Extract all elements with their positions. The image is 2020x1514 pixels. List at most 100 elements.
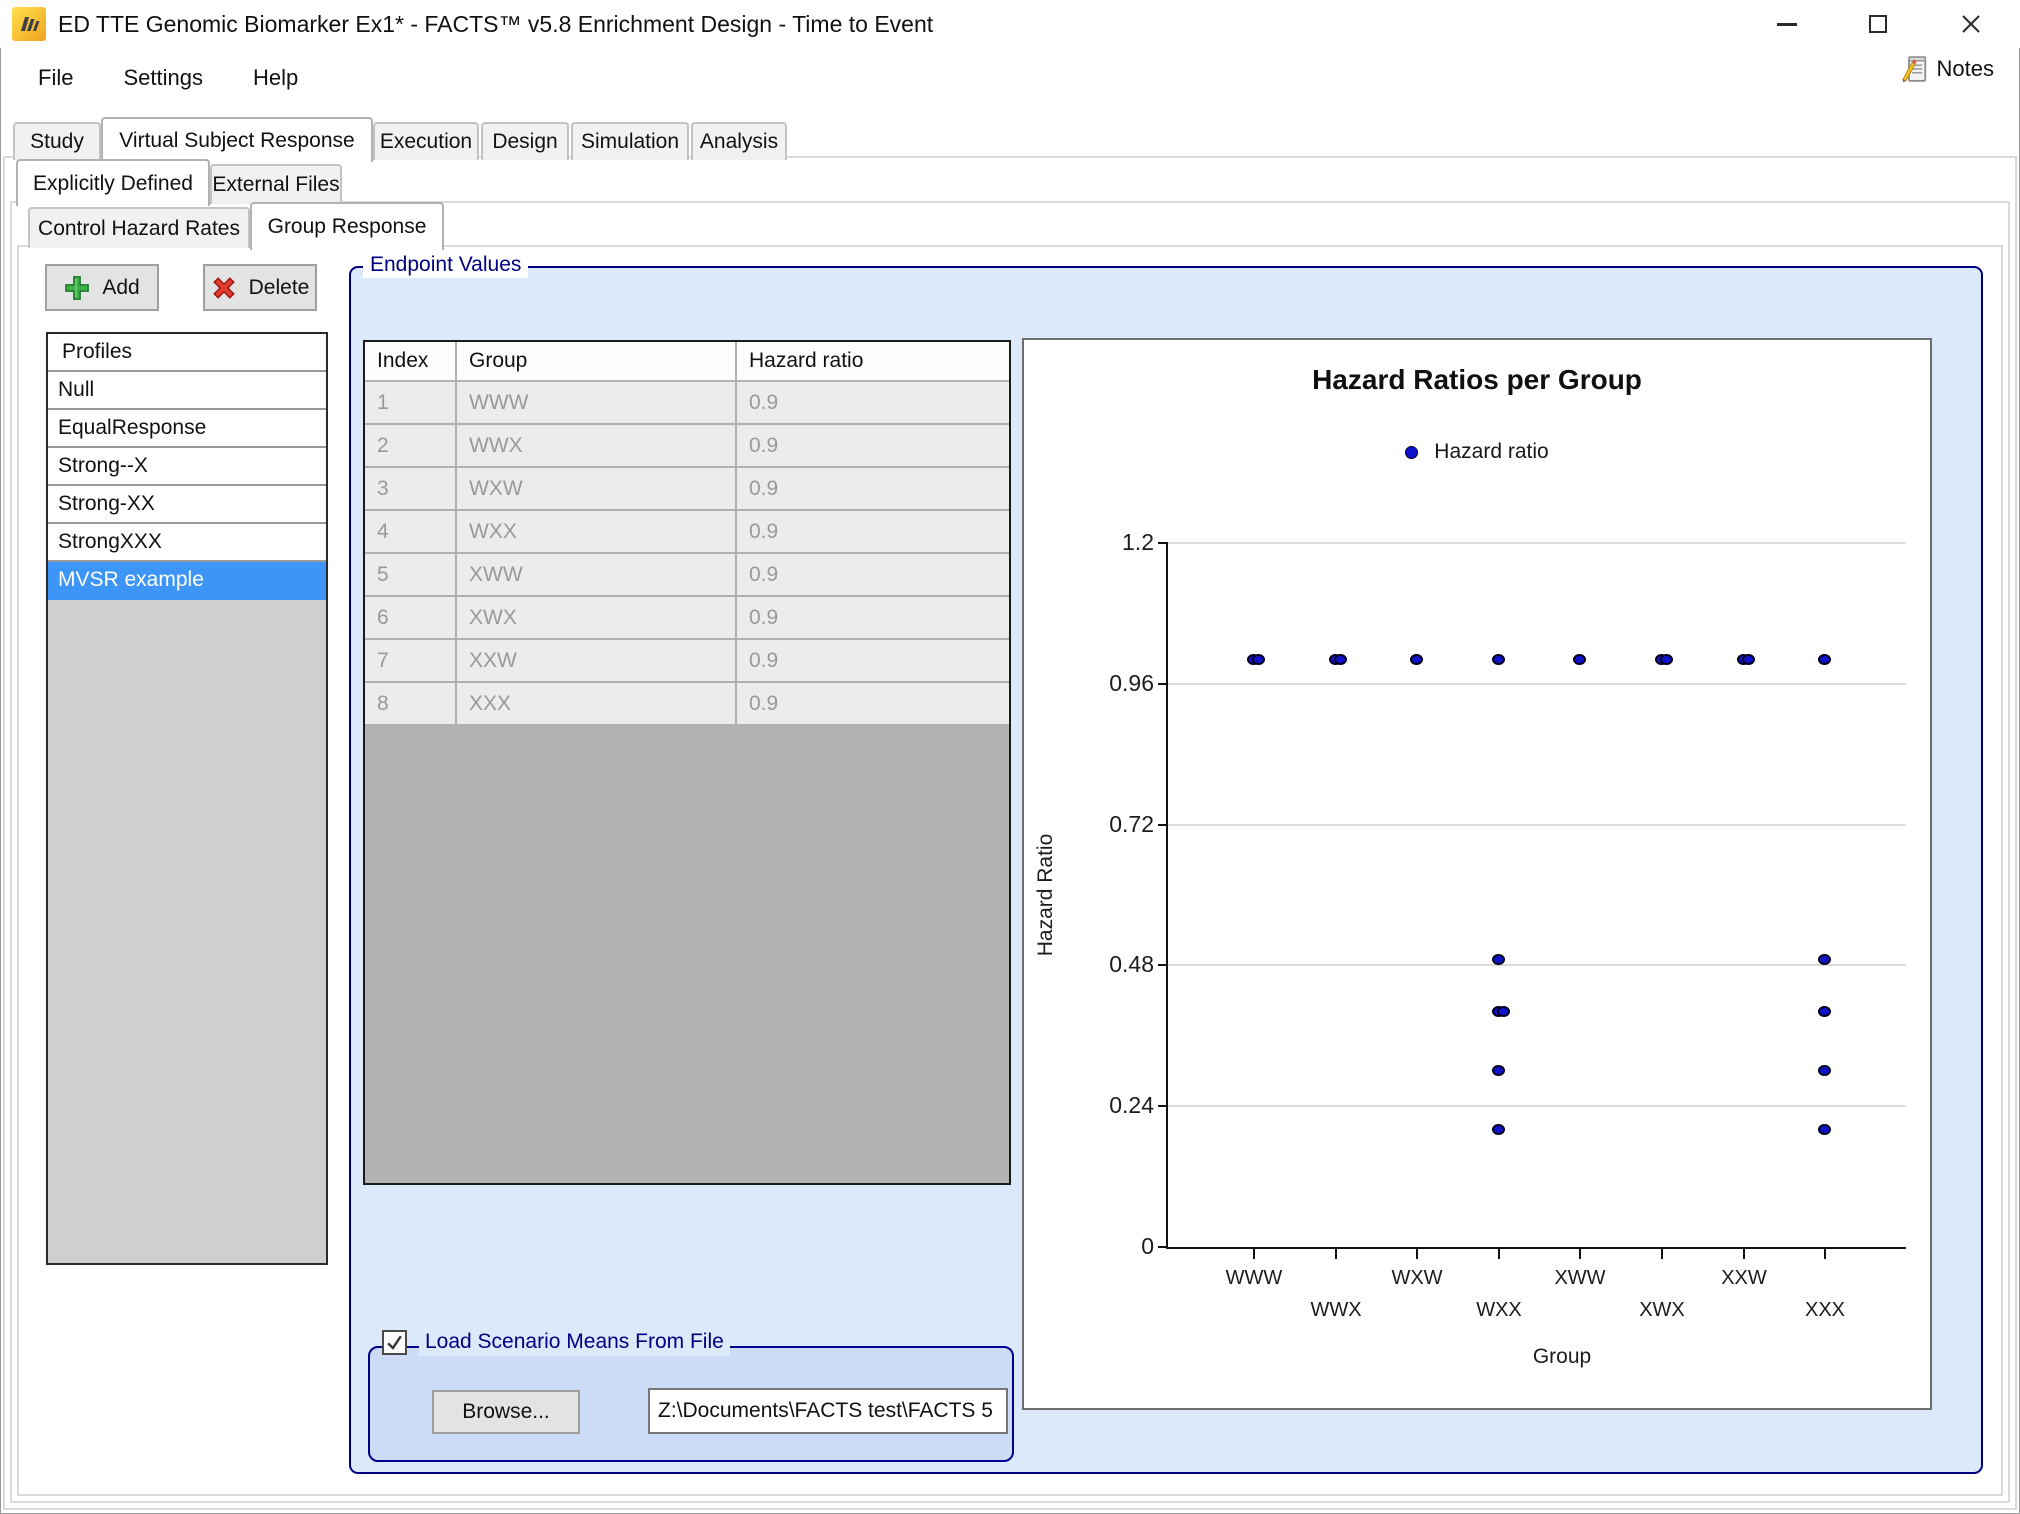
menu-items: File Settings Help xyxy=(0,59,344,97)
facts-app-icon xyxy=(12,7,46,41)
x-tick-label-www: WWW xyxy=(1199,1267,1309,1290)
load-scenario-header: Load Scenario Means From File xyxy=(382,1328,730,1356)
table-cell[interactable]: 4 xyxy=(365,511,457,552)
tab-analysis[interactable]: Analysis xyxy=(691,122,787,160)
table-cell[interactable]: 0.9 xyxy=(737,683,1005,724)
data-point xyxy=(1492,1124,1505,1135)
y-tick-label: 1.2 xyxy=(1074,529,1154,556)
table-cell[interactable]: 0.9 xyxy=(737,640,1005,681)
table-cell[interactable]: 2 xyxy=(365,425,457,466)
minimize-icon xyxy=(1777,23,1797,26)
table-cell[interactable]: 0.9 xyxy=(737,468,1005,509)
application-window: ED TTE Genomic Biomarker Ex1* - FACTS™ v… xyxy=(0,0,2020,1514)
gridline xyxy=(1168,1105,1906,1107)
gridline xyxy=(1168,542,1906,544)
y-tick-label: 0.48 xyxy=(1074,951,1154,978)
table-cell[interactable]: WWW xyxy=(457,382,737,423)
x-tick-mark xyxy=(1253,1249,1255,1259)
gridline xyxy=(1168,683,1906,685)
table-row: 5XWW0.9 xyxy=(365,554,1009,597)
y-tick-label: 0.24 xyxy=(1074,1092,1154,1119)
y-axis xyxy=(1166,543,1168,1249)
table-cell[interactable]: WXX xyxy=(457,511,737,552)
table-cell[interactable]: 3 xyxy=(365,468,457,509)
hazard-ratio-chart: Hazard Ratios per Group Hazard ratio 00.… xyxy=(1022,338,1932,1410)
data-point xyxy=(1492,654,1505,665)
close-button[interactable] xyxy=(1938,0,2004,48)
checkmark-icon xyxy=(385,1333,404,1352)
table-cell[interactable]: XWX xyxy=(457,597,737,638)
browse-button[interactable]: Browse... xyxy=(432,1390,580,1434)
table-cell[interactable]: XXW xyxy=(457,640,737,681)
data-point xyxy=(1818,1065,1831,1076)
load-scenario-checkbox[interactable] xyxy=(382,1330,407,1355)
table-cell[interactable]: 0.9 xyxy=(737,511,1005,552)
menu-settings[interactable]: Settings xyxy=(119,59,207,97)
y-axis-title: Hazard Ratio xyxy=(1034,815,1058,975)
notes-button[interactable]: Notes xyxy=(1899,54,1994,84)
x-tick-label-xxx: XXX xyxy=(1770,1299,1880,1322)
menu-help[interactable]: Help xyxy=(249,59,302,97)
table-cell[interactable]: 0.9 xyxy=(737,554,1005,595)
legend-marker-icon xyxy=(1405,446,1418,459)
x-tick-mark xyxy=(1824,1249,1826,1259)
data-point xyxy=(1497,1006,1510,1017)
menu-file[interactable]: File xyxy=(34,59,77,97)
endpoint-values-label: Endpoint Values xyxy=(363,252,528,278)
tab-group-response[interactable]: Group Response xyxy=(250,202,444,250)
tab-execution[interactable]: Execution xyxy=(373,122,479,160)
chart-title: Hazard Ratios per Group xyxy=(1024,364,1930,396)
notes-icon xyxy=(1899,54,1929,84)
table-cell[interactable]: WWX xyxy=(457,425,737,466)
tab-virtual-subject-response[interactable]: Virtual Subject Response xyxy=(101,117,373,162)
data-point xyxy=(1492,954,1505,965)
table-cell[interactable]: 7 xyxy=(365,640,457,681)
data-point xyxy=(1818,954,1831,965)
table-cell[interactable]: 0.9 xyxy=(737,425,1005,466)
data-point xyxy=(1818,654,1831,665)
maximize-button[interactable] xyxy=(1845,0,1911,48)
endpoint-values-table: IndexGroupHazard ratio1WWW0.92WWX0.93WXW… xyxy=(363,340,1011,1185)
tab-external-files[interactable]: External Files xyxy=(210,164,342,204)
table-cell[interactable]: 5 xyxy=(365,554,457,595)
notes-label: Notes xyxy=(1937,56,1994,82)
close-icon xyxy=(1960,13,1982,35)
x-tick-label-wxw: WXW xyxy=(1362,1267,1472,1290)
table-cell[interactable]: 6 xyxy=(365,597,457,638)
browse-button-label: Browse... xyxy=(462,1400,550,1424)
tab-explicitly-defined[interactable]: Explicitly Defined xyxy=(16,159,210,206)
table-row: 2WWX0.9 xyxy=(365,425,1009,468)
x-tick-label-xxw: XXW xyxy=(1689,1267,1799,1290)
tab-control-hazard-rates[interactable]: Control Hazard Rates xyxy=(28,207,250,248)
column-header-group: Group xyxy=(457,342,737,380)
x-tick-label-xww: XWW xyxy=(1525,1267,1635,1290)
table-cell[interactable]: XWW xyxy=(457,554,737,595)
table-cell[interactable]: 0.9 xyxy=(737,597,1005,638)
table-header-row: IndexGroupHazard ratio xyxy=(365,342,1009,382)
table-cell[interactable]: 1 xyxy=(365,382,457,423)
table-cell[interactable]: 8 xyxy=(365,683,457,724)
minimize-button[interactable] xyxy=(1754,0,1820,48)
x-tick-mark xyxy=(1661,1249,1663,1259)
tab-study[interactable]: Study xyxy=(13,122,101,160)
x-tick-label-xwx: XWX xyxy=(1607,1299,1717,1322)
tab-design[interactable]: Design xyxy=(481,122,569,160)
data-point xyxy=(1492,1065,1505,1076)
file-path-input[interactable] xyxy=(648,1388,1008,1434)
x-axis-title: Group xyxy=(1502,1345,1622,1369)
table-cell[interactable]: XXX xyxy=(457,683,737,724)
table-cell[interactable]: 0.9 xyxy=(737,382,1005,423)
x-tick-mark xyxy=(1498,1249,1500,1259)
table-row: 1WWW0.9 xyxy=(365,382,1009,425)
gridline xyxy=(1168,824,1906,826)
data-point xyxy=(1742,654,1755,665)
table-row: 4WXX0.9 xyxy=(365,511,1009,554)
x-tick-mark xyxy=(1579,1249,1581,1259)
x-tick-mark xyxy=(1743,1249,1745,1259)
legend-label: Hazard ratio xyxy=(1434,440,1548,464)
tab-simulation[interactable]: Simulation xyxy=(571,122,689,160)
table-row: 7XXW0.9 xyxy=(365,640,1009,683)
table-cell[interactable]: WXW xyxy=(457,468,737,509)
data-point xyxy=(1660,654,1673,665)
data-point xyxy=(1410,654,1423,665)
